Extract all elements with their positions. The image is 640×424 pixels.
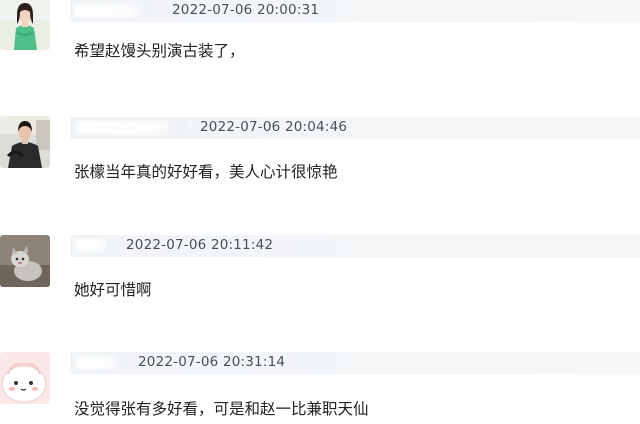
avatar-cartoon-dumpling-icon[interactable] bbox=[0, 352, 50, 404]
comment-timestamp: 2022-07-06 20:31:14 bbox=[138, 354, 286, 370]
comment-text: 张檬当年真的好好看，美人心计很惊艳 bbox=[74, 163, 338, 181]
comment-timestamp: 2022-07-06 20:11:42 bbox=[126, 237, 274, 253]
comment-item: 2022-07-06 20:04:46 张檬当年真的好好看，美人心计很惊艳 bbox=[0, 112, 640, 222]
comment-text: 希望赵馒头别演古装了， bbox=[74, 42, 245, 60]
username-redacted[interactable] bbox=[76, 356, 124, 369]
comment-item: 2022-07-06 20:00:31 希望赵馒头别演古装了， bbox=[0, 0, 640, 100]
comment-item: 2022-07-06 20:11:42 她好可惜啊 bbox=[0, 222, 640, 332]
comment-meta-bar: 2022-07-06 20:11:42 bbox=[70, 235, 640, 257]
username-redacted[interactable] bbox=[76, 239, 110, 252]
comment-meta-bar: 2022-07-06 20:31:14 bbox=[70, 352, 640, 374]
comment-timestamp: 2022-07-06 20:04:46 bbox=[200, 119, 348, 135]
comment-list: 2022-07-06 20:00:31 希望赵馒头别演古装了， 2022-07-… bbox=[0, 0, 640, 424]
avatar-woman-green-dress-icon[interactable] bbox=[0, 0, 50, 50]
comment-meta-bar: 2022-07-06 20:04:46 bbox=[70, 117, 640, 139]
username-redacted[interactable] bbox=[76, 121, 186, 134]
avatar-cat-gray-icon[interactable] bbox=[0, 235, 50, 287]
username-redacted[interactable] bbox=[74, 4, 152, 17]
comment-item: 2022-07-06 20:31:14 没觉得张有多好看，可是和赵一比兼职天仙 bbox=[0, 342, 640, 424]
avatar-woman-dark-outfit-icon[interactable] bbox=[0, 116, 50, 168]
comment-text: 她好可惜啊 bbox=[74, 281, 152, 299]
comment-timestamp: 2022-07-06 20:00:31 bbox=[172, 2, 320, 18]
comment-text: 没觉得张有多好看，可是和赵一比兼职天仙 bbox=[74, 400, 369, 418]
comment-meta-bar: 2022-07-06 20:00:31 bbox=[70, 0, 640, 22]
